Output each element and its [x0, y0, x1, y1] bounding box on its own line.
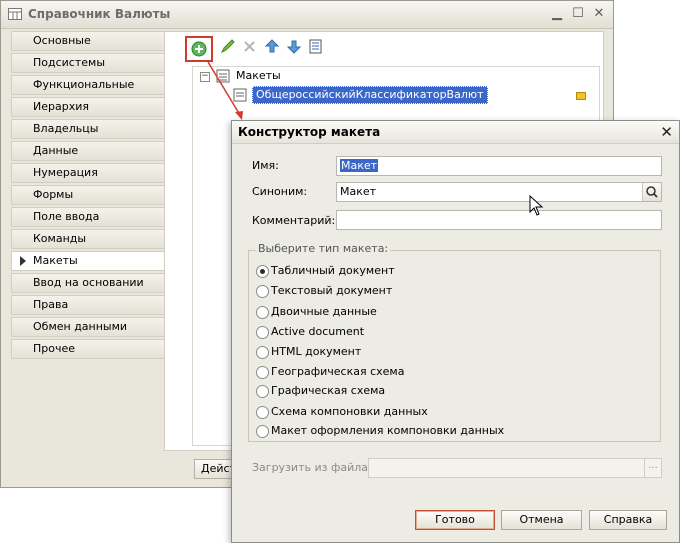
move-down-icon	[286, 40, 302, 54]
type-option-label: Текстовый документ	[271, 284, 393, 297]
list-icon	[309, 39, 322, 54]
radio-icon[interactable]	[256, 346, 269, 359]
sidebar-item-label: Владельцы	[33, 122, 99, 135]
maximize-icon[interactable]: ☐	[570, 6, 586, 22]
type-option-label: Графическая схема	[271, 384, 386, 397]
sidebar-item-osnovnye[interactable]: Основные	[11, 31, 171, 51]
active-arrow-icon	[20, 256, 26, 266]
type-option-label: Схема компоновки данных	[271, 405, 428, 418]
radio-icon[interactable]	[256, 406, 269, 419]
radio-selected-icon[interactable]	[256, 265, 269, 278]
sidebar-item-komandy[interactable]: Команды	[11, 229, 171, 249]
radio-icon[interactable]	[256, 326, 269, 339]
table-icon	[8, 8, 22, 20]
sidebar-item-label: Иерархия	[33, 100, 89, 113]
type-option-label: Active document	[271, 325, 365, 338]
edit-button[interactable]	[217, 36, 239, 58]
type-option-label: Макет оформления компоновки данных	[271, 424, 505, 437]
ok-button[interactable]: Готово	[415, 510, 495, 530]
edit-icon	[220, 39, 235, 54]
add-icon	[191, 41, 207, 57]
tree-child-label: ОбщероссийскийКлассификаторВалют	[252, 86, 488, 104]
radio-icon[interactable]	[256, 306, 269, 319]
close-icon[interactable]: ✕	[660, 123, 673, 141]
name-value: Макет	[340, 159, 379, 172]
delete-icon	[244, 41, 255, 52]
sidebar-item-label: Данные	[33, 144, 79, 157]
sidebar-item-ierarhiya[interactable]: Иерархия	[11, 97, 171, 117]
sidebar-item-numeraciya[interactable]: Нумерация	[11, 163, 171, 183]
dialog-title-bar[interactable]: Конструктор макета ✕	[232, 121, 679, 144]
annotation-arrow	[207, 62, 243, 120]
synonym-value: Макет	[340, 185, 377, 198]
type-option-label: Табличный документ	[271, 264, 395, 277]
search-icon	[646, 186, 658, 198]
comment-field[interactable]	[336, 210, 662, 230]
sidebar-item-podsistemy[interactable]: Подсистемы	[11, 53, 171, 73]
main-title-bar[interactable]: Справочник Валюты ▁ ☐ ✕	[1, 1, 613, 29]
tree-row-child[interactable]: ОбщероссийскийКлассификаторВалют	[233, 86, 593, 104]
sidebar-item-funkcionalnye-opcii[interactable]: Функциональные опции	[11, 75, 171, 109]
window-title: Справочник Валюты	[28, 7, 171, 21]
move-up-button[interactable]	[261, 36, 283, 58]
radio-icon[interactable]	[256, 385, 269, 398]
sidebar-item-label: Макеты	[33, 254, 78, 267]
radio-icon[interactable]	[256, 425, 269, 438]
name-field[interactable]: Макет	[336, 156, 662, 176]
dialog-title: Конструктор макета	[238, 125, 381, 139]
move-up-icon	[264, 39, 280, 53]
sidebar-item-dannye[interactable]: Данные	[11, 141, 171, 161]
sidebar-item-label: Поле ввода	[33, 210, 100, 223]
synonym-label: Синоним:	[252, 185, 308, 198]
help-button[interactable]: Справка	[589, 510, 667, 530]
synonym-lookup-button[interactable]	[642, 183, 661, 201]
template-type-caption: Выберите тип макета:	[256, 242, 391, 255]
sidebar-item-prochee[interactable]: Прочее	[11, 339, 171, 359]
sidebar-item-label: Нумерация	[33, 166, 98, 179]
type-option-label: Двоичные данные	[271, 305, 377, 318]
sidebar-item-label: Основные	[33, 34, 91, 47]
template-constructor-dialog: Конструктор макета ✕ Имя: Макет Синоним:…	[231, 120, 680, 543]
delete-button[interactable]	[239, 36, 261, 58]
name-label: Имя:	[252, 159, 279, 172]
close-icon[interactable]: ✕	[591, 6, 607, 22]
type-option-label: Географическая схема	[271, 365, 405, 378]
sidebar-item-label: Обмен данными	[33, 320, 128, 333]
move-down-button[interactable]	[283, 36, 305, 58]
add-button[interactable]	[185, 36, 213, 62]
folder-icon	[576, 92, 586, 100]
sidebar: Основные Подсистемы Функциональные опции…	[11, 31, 173, 361]
sidebar-item-vladelcy[interactable]: Владельцы	[11, 119, 171, 139]
sidebar-item-label: Ввод на основании	[33, 276, 144, 289]
sidebar-item-obmen-dannymi[interactable]: Обмен данными	[11, 317, 171, 337]
minimize-icon[interactable]: ▁	[549, 6, 565, 22]
radio-icon[interactable]	[256, 366, 269, 379]
load-from-file-field[interactable]: ...	[368, 458, 662, 478]
type-option-label: HTML документ	[271, 345, 362, 358]
sidebar-item-label: Подсистемы	[33, 56, 106, 69]
sidebar-item-prava[interactable]: Права	[11, 295, 171, 315]
sidebar-item-label: Формы	[33, 188, 74, 201]
list-button[interactable]	[305, 36, 327, 58]
synonym-field[interactable]: Макет	[336, 182, 662, 202]
sidebar-item-makety[interactable]: Макеты	[11, 251, 173, 271]
radio-icon[interactable]	[256, 285, 269, 298]
mouse-cursor-icon	[529, 195, 544, 216]
sidebar-item-pole-vvoda[interactable]: Поле ввода	[11, 207, 171, 227]
sidebar-item-vvod-na-osnovanii[interactable]: Ввод на основании	[11, 273, 171, 293]
browse-button[interactable]: ...	[644, 459, 661, 477]
sidebar-item-label: Прочее	[33, 342, 76, 355]
sidebar-item-formy[interactable]: Формы	[11, 185, 171, 205]
cancel-button[interactable]: Отмена	[501, 510, 582, 530]
sidebar-item-label: Права	[33, 298, 69, 311]
load-from-file-label: Загрузить из файла:	[252, 461, 372, 474]
sidebar-item-label: Команды	[33, 232, 87, 245]
comment-label: Комментарий:	[252, 214, 336, 227]
